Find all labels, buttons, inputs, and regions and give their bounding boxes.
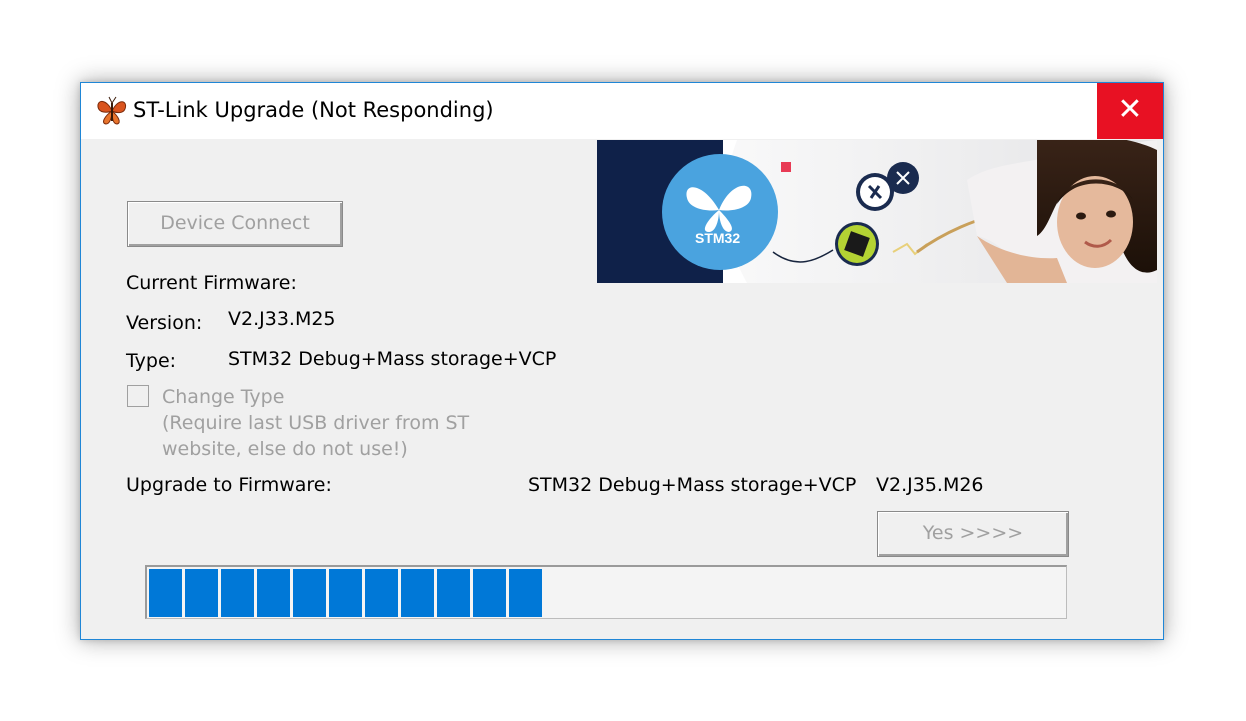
progress-segment	[221, 569, 254, 617]
type-label: Type:	[126, 350, 177, 372]
butterfly-app-icon	[97, 96, 127, 125]
progress-segment	[149, 569, 182, 617]
progress-segment	[401, 569, 434, 617]
upgrade-type-value: STM32 Debug+Mass storage+VCP	[528, 474, 857, 496]
progress-segment	[365, 569, 398, 617]
version-label: Version:	[126, 312, 203, 334]
change-type-note-line2: website, else do not use!)	[162, 438, 408, 460]
title-bar[interactable]: ST-Link Upgrade (Not Responding) ✕	[81, 83, 1163, 139]
type-value: STM32 Debug+Mass storage+VCP	[228, 348, 557, 370]
window-title: ST-Link Upgrade (Not Responding)	[133, 98, 494, 122]
close-icon: ✕	[1117, 92, 1143, 127]
progress-segment	[329, 569, 362, 617]
progress-segment	[293, 569, 326, 617]
upgrade-version-value: V2.J35.M26	[876, 474, 984, 496]
upgrade-to-firmware-label: Upgrade to Firmware:	[126, 474, 332, 496]
change-type-checkbox[interactable]	[127, 385, 149, 407]
yes-button-label: Yes >>>>	[922, 522, 1024, 544]
version-value: V2.J33.M25	[228, 308, 336, 330]
close-button[interactable]: ✕	[1097, 83, 1163, 139]
change-type-note-line1: (Require last USB driver from ST	[162, 412, 470, 434]
upgrade-progress-bar	[145, 565, 1067, 619]
yes-button[interactable]: Yes >>>>	[877, 511, 1069, 557]
progress-segment	[509, 569, 542, 617]
progress-segment	[257, 569, 290, 617]
stm32-logo-text: STM32	[695, 230, 740, 246]
change-type-label: Change Type	[162, 386, 285, 408]
progress-segment	[185, 569, 218, 617]
progress-fill	[149, 569, 545, 617]
progress-segment	[473, 569, 506, 617]
progress-segment	[437, 569, 470, 617]
st-link-upgrade-window: ST-Link Upgrade (Not Responding) ✕ STM32	[80, 82, 1164, 640]
current-firmware-heading: Current Firmware:	[126, 272, 297, 294]
stm32-banner-image: STM32	[597, 140, 1157, 283]
device-connect-button[interactable]: Device Connect	[127, 201, 343, 247]
device-connect-label: Device Connect	[160, 212, 310, 234]
